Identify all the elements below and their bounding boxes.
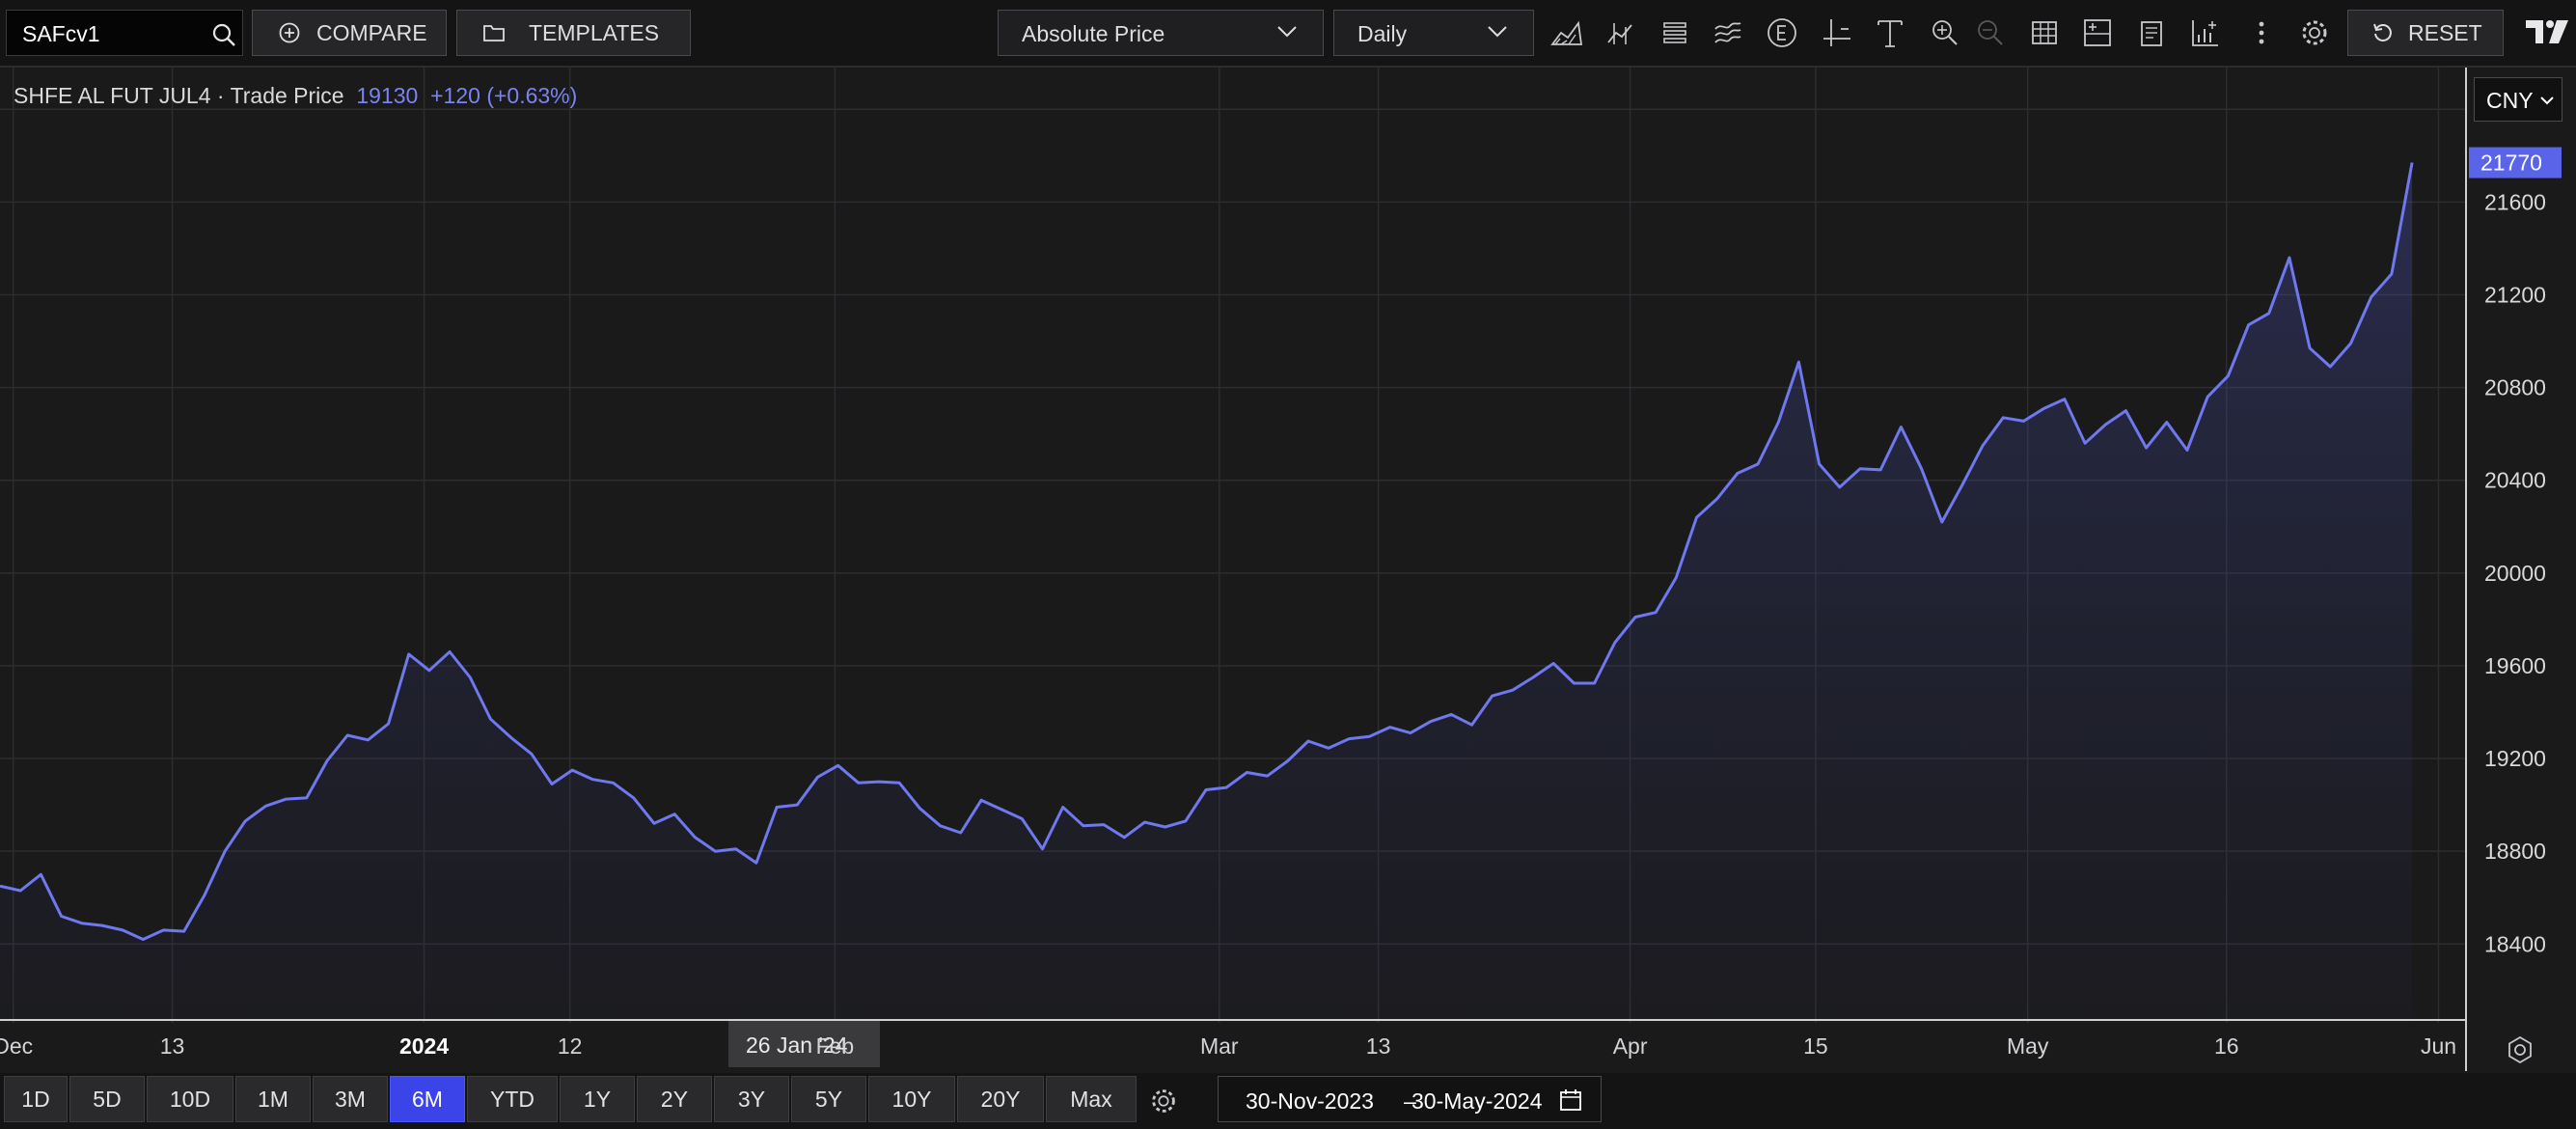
add-pane-icon[interactable] — [2080, 15, 2115, 50]
range-settings-icon[interactable] — [1147, 1085, 1180, 1117]
y-tick-label: 20000 — [2484, 561, 2546, 586]
currency-select[interactable]: CNY — [2474, 77, 2562, 122]
y-tick-label: 21200 — [2484, 282, 2546, 307]
reset-label: RESET — [2408, 19, 2482, 45]
interval-value: Daily — [1357, 21, 1408, 46]
crosshair-date-label: 26 Jan '24 — [728, 1021, 880, 1067]
x-tick-label: Apr — [1612, 1033, 1648, 1059]
date-from: 30-Nov-2023 — [1246, 1088, 1374, 1114]
compare-button[interactable]: COMPARE — [252, 10, 447, 56]
symbol-search-input[interactable]: SAFcv1 — [6, 10, 243, 56]
calendar-icon[interactable] — [1558, 1088, 1583, 1113]
symbol-text: SAFcv1 — [22, 21, 100, 46]
currency-value: CNY — [2486, 88, 2534, 113]
top-toolbar: SAFcv1 COMPARE TEMPLATES Absolute Price … — [0, 0, 2576, 68]
y-tick-label: 20800 — [2484, 375, 2546, 400]
settings-icon[interactable] — [2297, 15, 2332, 50]
range-button-5y[interactable]: 5Y — [791, 1076, 866, 1122]
list-icon[interactable] — [1658, 15, 1692, 50]
legend-separator: · — [216, 83, 225, 108]
chevron-down-icon — [1488, 26, 1507, 38]
range-button-max[interactable]: Max — [1046, 1076, 1137, 1122]
range-button-10y[interactable]: 10Y — [868, 1076, 955, 1122]
x-tick-label: Dec — [0, 1033, 34, 1059]
last-price-label: 21770 — [2480, 151, 2542, 176]
zoom-in-icon[interactable] — [1928, 15, 1962, 50]
range-button-1y[interactable]: 1Y — [560, 1076, 635, 1122]
interval-select[interactable]: Daily — [1333, 10, 1534, 56]
x-tick-label: Jun — [2420, 1033, 2457, 1059]
search-icon[interactable] — [211, 22, 236, 47]
crosshair-icon[interactable] — [1820, 15, 1854, 50]
templates-label: TEMPLATES — [529, 19, 660, 45]
x-tick-label: 12 — [557, 1033, 583, 1059]
text-tool-icon[interactable] — [1873, 15, 1907, 50]
y-tick-label: 20400 — [2484, 468, 2546, 493]
legend-price: 19130 — [356, 83, 419, 108]
x-axis-line — [0, 1019, 2467, 1021]
range-button-6m[interactable]: 6M — [390, 1076, 465, 1122]
tradingview-logo-icon — [2526, 20, 2568, 43]
reset-button[interactable]: RESET — [2347, 10, 2504, 56]
chevron-down-icon — [2540, 96, 2554, 105]
date-range-picker[interactable]: 30-Nov-2023 – 30-May-2024 — [1218, 1076, 1602, 1122]
compare-label: COMPARE — [316, 19, 427, 45]
more-icon[interactable] — [2244, 15, 2279, 50]
range-button-10d[interactable]: 10D — [147, 1076, 233, 1122]
x-tick-label: May — [2006, 1033, 2049, 1059]
legend-change: +120 (+0.63%) — [430, 83, 578, 108]
area-chart-icon[interactable] — [1549, 15, 1584, 50]
y-tick-label: 19200 — [2484, 746, 2546, 771]
table-icon[interactable] — [2027, 15, 2062, 50]
price-mode-value: Absolute Price — [1022, 21, 1165, 46]
studies-chart-icon[interactable] — [2188, 15, 2223, 50]
instrument-name: SHFE AL FUT JUL4 — [14, 83, 211, 108]
y-tick-label: 18400 — [2484, 931, 2546, 956]
zoom-out-icon[interactable] — [1973, 15, 2008, 50]
range-button-2y[interactable]: 2Y — [637, 1076, 712, 1122]
date-to: 30-May-2024 — [1411, 1088, 1543, 1114]
range-button-ytd[interactable]: YTD — [467, 1076, 558, 1122]
chart-legend: SHFE AL FUT JUL4 · Trade Price 19130 +12… — [14, 83, 577, 109]
events-icon[interactable] — [1765, 15, 1799, 50]
x-tick-label: Feb — [815, 1033, 855, 1059]
range-button-3m[interactable]: 3M — [313, 1076, 388, 1122]
news-icon[interactable] — [2134, 15, 2169, 50]
range-button-5d[interactable]: 5D — [69, 1076, 145, 1122]
range-button-20y[interactable]: 20Y — [957, 1076, 1044, 1122]
axis-settings-icon[interactable] — [2503, 1033, 2537, 1067]
price-mode-select[interactable]: Absolute Price — [998, 10, 1324, 56]
x-tick-label: 2024 — [398, 1033, 450, 1059]
price-area-fill — [0, 162, 2413, 1023]
y-tick-label: 18800 — [2484, 839, 2546, 864]
x-tick-label: 16 — [2213, 1033, 2239, 1059]
reset-icon — [2373, 23, 2392, 41]
templates-button[interactable]: TEMPLATES — [456, 10, 691, 56]
range-button-3y[interactable]: 3Y — [714, 1076, 789, 1122]
y-tick-label: 21600 — [2484, 189, 2546, 214]
candlestick-chart-icon[interactable] — [1604, 15, 1639, 50]
range-button-1d[interactable]: 1D — [4, 1076, 68, 1122]
x-tick-label: 15 — [1803, 1033, 1828, 1059]
plus-circle-icon — [279, 22, 300, 43]
folder-icon — [483, 25, 505, 41]
x-tick-label: 13 — [1365, 1033, 1391, 1059]
price-field-name: Trade Price — [230, 83, 344, 108]
y-tick-label: 19600 — [2484, 653, 2546, 678]
chevron-down-icon — [1277, 26, 1297, 38]
y-axis[interactable]: 18400 18800 19200 19600 20000 20400 20800 21200… — [2465, 68, 2576, 1071]
indicators-icon[interactable] — [1711, 15, 1745, 50]
x-tick-label: Mar — [1199, 1033, 1239, 1059]
x-tick-label: 13 — [159, 1033, 185, 1059]
range-button-1m[interactable]: 1M — [235, 1076, 311, 1122]
price-chart[interactable] — [0, 68, 2465, 1023]
